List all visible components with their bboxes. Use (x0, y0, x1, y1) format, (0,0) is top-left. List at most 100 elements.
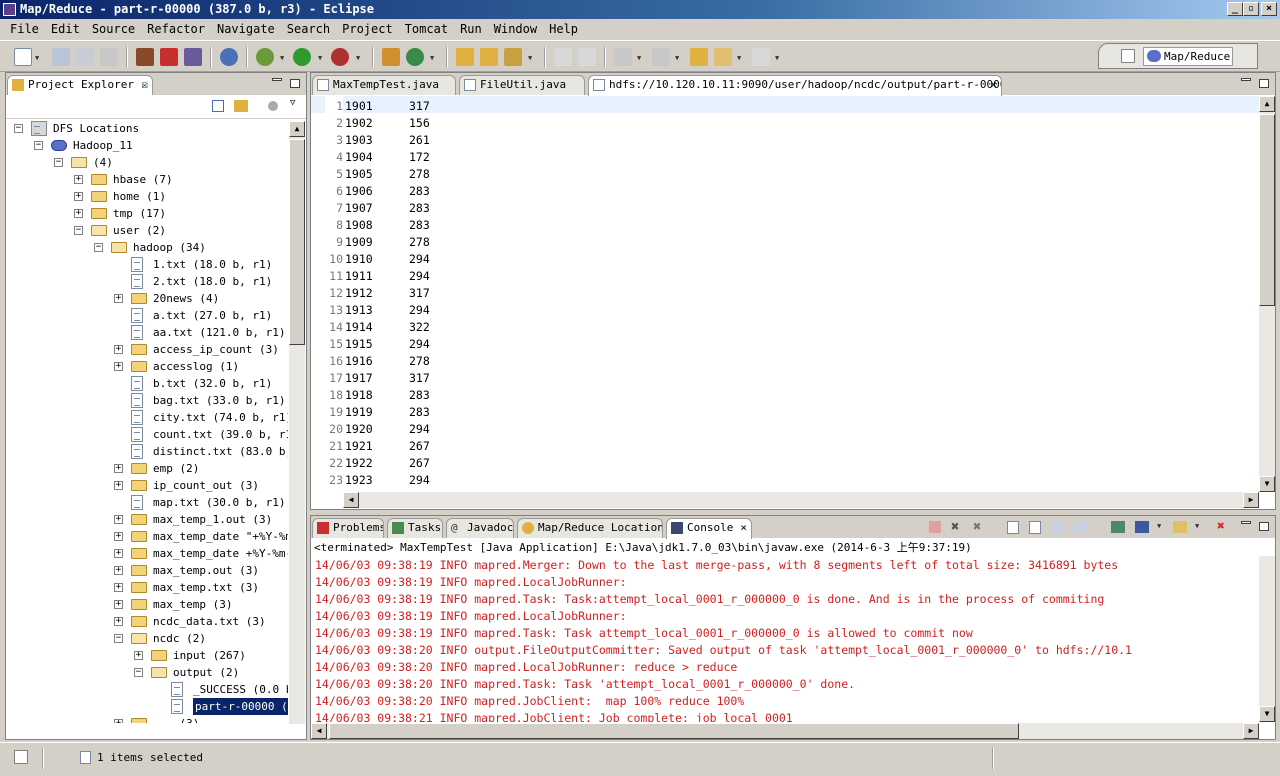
tree-item[interactable]: − hadoop (34) (6, 239, 288, 256)
tab-project-explorer[interactable]: Project Explorer ☒ (7, 75, 153, 96)
tab-part-r-00000[interactable]: hdfs://10.120.10.11:9090/user/hadoop/ncd… (588, 75, 1002, 96)
tree-item[interactable]: + home (1) (6, 188, 288, 205)
menu-refactor[interactable]: Refactor (141, 22, 211, 36)
external-tools-dropdown-icon[interactable]: ▼ (356, 54, 360, 62)
tree-item[interactable]: − (4) (6, 154, 288, 171)
search-icon[interactable] (504, 48, 522, 66)
scroll-up-icon[interactable]: ▲ (1259, 96, 1275, 112)
tree-item[interactable]: + access_ip_count (3) (6, 341, 288, 358)
minimize-button[interactable]: _ (1227, 2, 1243, 16)
tree-item[interactable]: +20news (4) (6, 290, 288, 307)
tree-item[interactable]: bag.txt (33.0 b, r1) (6, 392, 288, 409)
word-wrap-icon[interactable] (1051, 521, 1065, 533)
console-vertical-scrollbar[interactable]: ▼ (1259, 556, 1275, 722)
minimize-view-icon[interactable] (1241, 521, 1251, 524)
collapse-icon[interactable]: − (54, 158, 63, 167)
tree-item[interactable]: − user (2) (6, 222, 288, 239)
forward-icon[interactable] (752, 48, 770, 66)
explorer-vertical-scrollbar[interactable]: ▲ (289, 121, 305, 724)
tree-item[interactable]: + input (267) (6, 647, 288, 664)
remove-all-launches-icon[interactable]: ✖ (973, 519, 981, 535)
collapse-icon[interactable]: − (94, 243, 103, 252)
scroll-thumb[interactable] (329, 723, 1019, 739)
display-console-icon[interactable] (1135, 521, 1149, 533)
tree-item[interactable]: + tmp (17) (6, 205, 288, 222)
maximize-view-icon[interactable] (1259, 79, 1269, 88)
scroll-left-icon[interactable]: ◀ (311, 723, 327, 739)
tree-item[interactable]: + max_temp_date +%Y-%m-%d (6, 545, 288, 562)
expand-icon[interactable]: + (134, 651, 143, 660)
menu-project[interactable]: Project (336, 22, 399, 36)
search-dropdown-icon[interactable]: ▼ (528, 54, 532, 62)
save-icon[interactable] (52, 48, 70, 66)
scroll-right-icon[interactable]: ▶ (1243, 492, 1259, 508)
next-annotation-dropdown-icon[interactable]: ▼ (637, 54, 641, 62)
tree-item[interactable]: 2.txt (18.0 b, r1) (6, 273, 288, 290)
forward-dropdown-icon[interactable]: ▼ (775, 54, 779, 62)
terminate-relaunch-icon[interactable]: ✖ (1217, 519, 1225, 534)
expand-icon[interactable]: + (114, 294, 123, 303)
tree-item[interactable]: − Hadoop_11 (6, 137, 288, 154)
menu-edit[interactable]: Edit (45, 22, 86, 36)
tree-item[interactable]: + max_temp.out (3) (6, 562, 288, 579)
tree-item[interactable]: − ncdc (2) (6, 630, 288, 647)
window-title-bar[interactable]: Map/Reduce - part-r-00000 (387.0 b, r3) … (0, 0, 1280, 19)
new-package-icon[interactable] (382, 48, 400, 66)
tab-console[interactable]: Console × (666, 518, 752, 539)
scroll-down-icon[interactable]: ▼ (1259, 706, 1275, 722)
restore-button[interactable]: ▫ (1243, 2, 1259, 16)
scroll-up-icon[interactable]: ▲ (289, 121, 305, 137)
expand-icon[interactable]: + (74, 175, 83, 184)
tab-maxtemptest-java[interactable]: MaxTempTest.java (312, 75, 456, 95)
chevron-down-icon[interactable]: ▽ (290, 98, 295, 108)
collapse-icon[interactable]: − (14, 124, 23, 133)
tree-item[interactable]: _SUCCESS (0.0 b, (6, 681, 288, 698)
scroll-down-icon[interactable]: ▼ (1259, 476, 1275, 492)
view-menu-icon[interactable] (268, 101, 278, 111)
editor-vertical-scrollbar[interactable]: ▲ ▼ (1259, 96, 1275, 492)
tab-fileutil-java[interactable]: FileUtil.java (459, 75, 585, 95)
tree-item[interactable]: count.txt (39.0 b, r1) (6, 426, 288, 443)
expand-icon[interactable]: + (114, 549, 123, 558)
console-output[interactable]: 14/06/03 09:38:19 INFO mapred.Merger: Do… (311, 556, 1259, 722)
menu-tomcat[interactable]: Tomcat (399, 22, 454, 36)
next-annotation-icon[interactable] (614, 48, 632, 66)
pin-console-icon[interactable] (1111, 521, 1125, 533)
expand-icon[interactable]: + (114, 719, 123, 723)
ant-icon[interactable] (184, 48, 202, 66)
new-dropdown-icon[interactable]: ▼ (35, 54, 39, 62)
fast-view-icon[interactable] (14, 750, 28, 764)
expand-icon[interactable]: + (114, 362, 123, 371)
tree-item[interactable]: 1.txt (18.0 b, r1) (6, 256, 288, 273)
expand-icon[interactable]: + (114, 515, 123, 524)
show-whitespace-icon[interactable] (578, 48, 596, 66)
open-perspective-icon[interactable] (1121, 49, 1135, 63)
menu-search[interactable]: Search (281, 22, 336, 36)
tab-javadoc[interactable]: @ Javadoc (446, 518, 514, 538)
collapse-icon[interactable]: − (74, 226, 83, 235)
tree-item[interactable]: aa.txt (121.0 b, r1) (6, 324, 288, 341)
tab-mapreduce-locations[interactable]: Map/Reduce Locations (517, 518, 663, 538)
minimize-view-icon[interactable] (272, 78, 282, 81)
tree-item[interactable]: distinct.txt (83.0 b, r (6, 443, 288, 460)
tree-item[interactable]: + emp (2) (6, 460, 288, 477)
menu-window[interactable]: Window (488, 22, 543, 36)
text-editor[interactable]: 1 1901 317 2 1902 156 3 1903 261 4 1904 172 5 1905 278… (311, 96, 1259, 492)
scroll-left-icon[interactable]: ◀ (343, 492, 359, 508)
run-dropdown-icon[interactable]: ▼ (318, 54, 322, 62)
tree-item[interactable]: a.txt (27.0 b, r1) (6, 307, 288, 324)
new-class-icon[interactable] (406, 48, 424, 66)
tree-item[interactable]: map.txt (30.0 b, r1) (6, 494, 288, 511)
expand-icon[interactable]: + (114, 600, 123, 609)
external-tools-icon[interactable] (331, 48, 349, 66)
collapse-icon[interactable]: − (134, 668, 143, 677)
print-icon[interactable] (100, 48, 118, 66)
menu-file[interactable]: File (4, 22, 45, 36)
perspective-mapreduce-button[interactable]: Map/Reduce (1143, 47, 1233, 66)
open-resource-icon[interactable] (480, 48, 498, 66)
new-icon[interactable] (14, 48, 32, 66)
maximize-view-icon[interactable] (1259, 522, 1269, 531)
debug-skip-icon[interactable] (136, 48, 154, 66)
toggle-mark-icon[interactable] (554, 48, 572, 66)
expand-icon[interactable]: + (74, 192, 83, 201)
